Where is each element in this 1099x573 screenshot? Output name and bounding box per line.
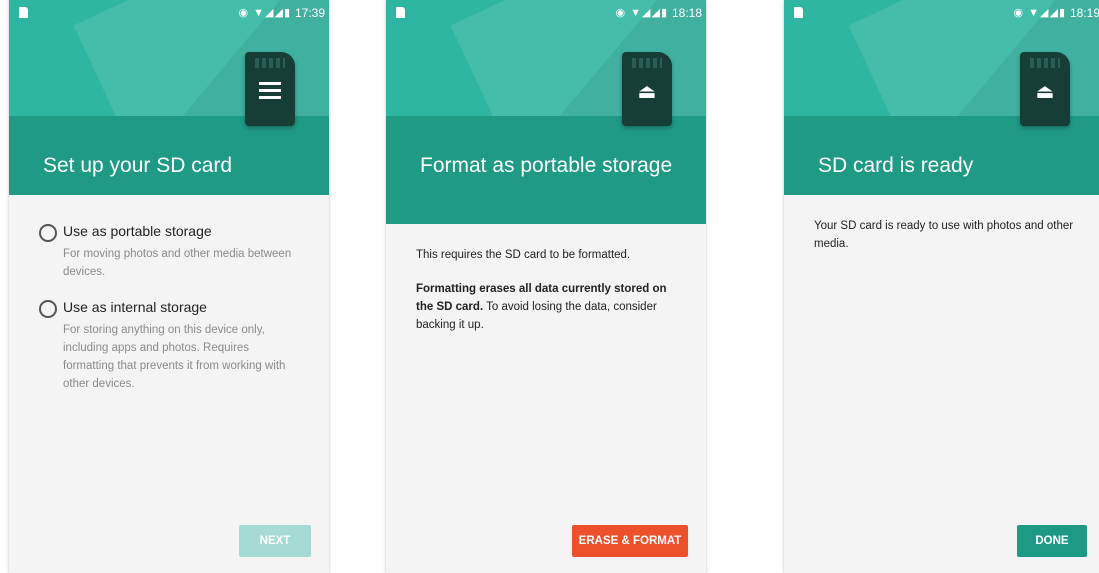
status-bar: ◉ ▼◢◢▮ 17:39 <box>9 0 329 26</box>
status-time: 17:39 <box>294 6 325 20</box>
done-button[interactable]: DONE <box>1017 525 1087 557</box>
screen-body: Your SD card is ready to use with photos… <box>784 195 1099 253</box>
screen-body: Use as portable storage For moving photo… <box>9 195 329 393</box>
radio-button[interactable] <box>39 224 57 242</box>
format-warning: Formatting erases all data currently sto… <box>416 280 676 334</box>
eject-icon: ⏏ <box>637 81 657 103</box>
sd-card-notification-icon <box>19 7 28 18</box>
setup-sd-screen: ◉ ▼◢◢▮ 17:39 Set up your SD card Use as … <box>9 0 329 573</box>
status-icons: ◉ ▼◢◢▮ <box>238 7 291 19</box>
option-internal-storage[interactable]: Use as internal storage For storing anyt… <box>39 299 299 393</box>
format-portable-screen: ◉ ▼◢◢▮ 18:18 ⏏ Format as portable storag… <box>386 0 706 573</box>
status-icons: ◉ ▼◢◢▮ <box>1013 7 1066 19</box>
list-icon <box>259 82 281 100</box>
option-description: For storing anything on this device only… <box>63 324 286 390</box>
screen-header: ◉ ▼◢◢▮ 18:18 ⏏ Format as portable storag… <box>386 0 706 224</box>
sd-card-notification-icon <box>794 7 803 18</box>
page-title: Format as portable storage <box>420 154 673 177</box>
option-portable-storage[interactable]: Use as portable storage For moving photo… <box>39 223 299 281</box>
status-time: 18:18 <box>671 6 702 20</box>
erase-format-button[interactable]: ERASE & FORMAT <box>572 525 688 557</box>
option-description: For moving photos and other media betwee… <box>63 248 292 278</box>
next-button[interactable]: NEXT <box>239 525 311 557</box>
eject-icon: ⏏ <box>1035 81 1055 103</box>
ready-message: Your SD card is ready to use with photos… <box>814 220 1074 250</box>
radio-button[interactable] <box>39 300 57 318</box>
sd-card-notification-icon <box>396 7 405 18</box>
status-icons: ◉ ▼◢◢▮ <box>615 7 668 19</box>
sd-ready-screen: ◉ ▼◢◢▮ 18:19 ⏏ SD card is ready Your SD … <box>784 0 1099 573</box>
status-time: 18:19 <box>1069 6 1099 20</box>
status-bar: ◉ ▼◢◢▮ 18:19 <box>784 0 1099 26</box>
format-notice: This requires the SD card to be formatte… <box>416 249 631 261</box>
page-title: Set up your SD card <box>43 154 233 177</box>
option-label: Use as portable storage <box>63 223 212 239</box>
sd-card-icon: ⏏ <box>1020 52 1070 126</box>
screen-body: This requires the SD card to be formatte… <box>386 224 706 334</box>
sd-card-icon: ⏏ <box>622 52 672 126</box>
sd-card-icon <box>245 52 295 126</box>
screen-header: ◉ ▼◢◢▮ 18:19 ⏏ SD card is ready <box>784 0 1099 195</box>
option-label: Use as internal storage <box>63 299 207 315</box>
page-title: SD card is ready <box>818 154 974 177</box>
screen-header: ◉ ▼◢◢▮ 17:39 Set up your SD card <box>9 0 329 195</box>
status-bar: ◉ ▼◢◢▮ 18:18 <box>386 0 706 26</box>
